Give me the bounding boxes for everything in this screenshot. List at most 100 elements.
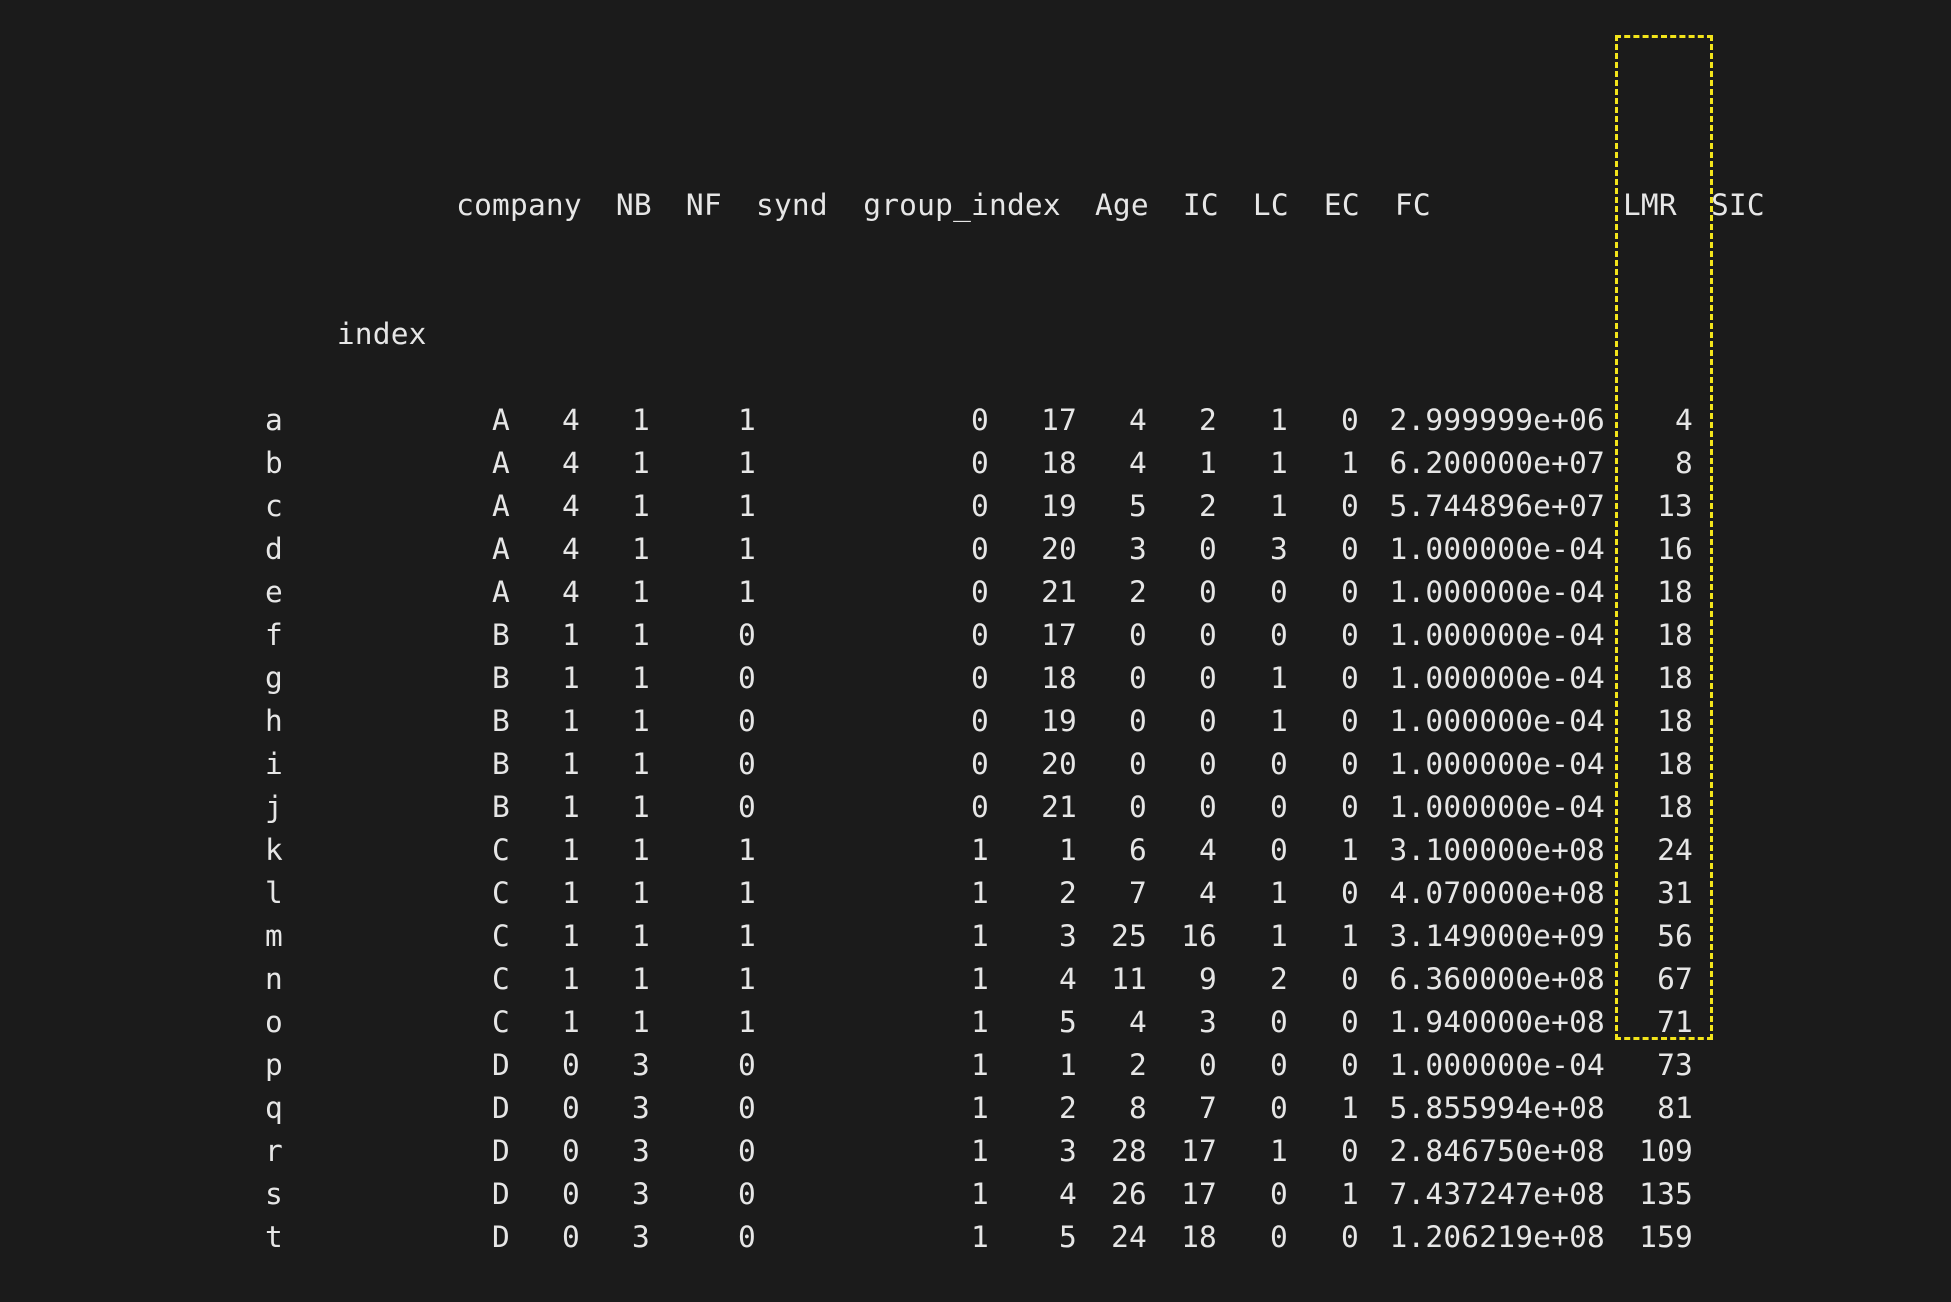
table-cell-lmr: 1.000000e-04 [1389,575,1605,609]
column-header: company [456,188,582,222]
table-cell-fc: 0 [1341,747,1359,781]
table-cell-group-index: 0 [971,446,989,480]
table-cell-ec: 1 [1270,403,1288,437]
table-cell-lmr: 2.999999e+06 [1389,403,1605,437]
table-cell-synd: 0 [738,747,756,781]
table-cell-group-index: 0 [971,532,989,566]
table-cell-group-index: 0 [971,661,989,695]
table-cell-fc: 0 [1341,704,1359,738]
table-row: b A 4 1 1 0 18 4 1 1 1 6.200000e+07 8 [265,442,1765,485]
row-index-label: i [265,747,283,781]
table-cell-company: D [492,1134,510,1168]
table-cell-lc: 0 [1199,704,1217,738]
table-cell-synd: 1 [738,919,756,953]
table-cell-nf: 1 [632,661,650,695]
table-cell-ic: 8 [1129,1091,1147,1125]
table-cell-company: B [492,790,510,824]
table-cell-ic: 28 [1111,1134,1147,1168]
table-cell-company: D [492,1048,510,1082]
table-cell-age: 4 [1059,1177,1077,1211]
table-row: c A 4 1 1 0 19 5 2 1 0 5.744896e+07 13 [265,485,1765,528]
table-cell-synd: 1 [738,833,756,867]
table-cell-lmr: 3.100000e+08 [1389,833,1605,867]
table-cell-lc: 0 [1199,1048,1217,1082]
table-cell-nb: 1 [562,661,580,695]
column-header: synd [756,188,828,222]
table-cell-lmr: 1.000000e-04 [1389,747,1605,781]
table-cell-lc: 0 [1199,790,1217,824]
row-index-label: j [265,790,283,824]
table-cell-fc: 0 [1341,618,1359,652]
row-index-label: a [265,403,283,437]
table-cell-lc: 4 [1199,833,1217,867]
table-cell-ec: 0 [1270,1048,1288,1082]
table-cell-lc: 16 [1181,919,1217,953]
table-cell-fc: 0 [1341,790,1359,824]
table-cell-sic: 81 [1657,1091,1693,1125]
table-cell-nb: 4 [562,446,580,480]
table-cell-nb: 0 [562,1134,580,1168]
table-cell-ec: 1 [1270,446,1288,480]
row-index-label: n [265,962,283,996]
table-cell-ic: 4 [1129,403,1147,437]
row-index-label: l [265,876,283,910]
table-cell-group-index: 1 [971,1005,989,1039]
table-cell-lmr: 6.360000e+08 [1389,962,1605,996]
table-row: o C 1 1 1 1 5 4 3 0 0 1.940000e+08 71 [265,1001,1765,1044]
dataframe-output: company NB NF synd group_index Age IC LC EC FC LMR… [265,55,1765,1302]
table-row: i B 1 1 0 0 20 0 0 0 0 1.000000e-04 18 [265,743,1765,786]
table-cell-ic: 11 [1111,962,1147,996]
table-cell-nf: 1 [632,403,650,437]
table-cell-nb: 4 [562,403,580,437]
table-cell-age: 2 [1059,1091,1077,1125]
table-cell-lmr: 5.855994e+08 [1389,1091,1605,1125]
table-cell-nb: 4 [562,575,580,609]
table-cell-lmr: 4.070000e+08 [1389,876,1605,910]
table-cell-age: 20 [1041,747,1077,781]
table-row: d A 4 1 1 0 20 3 0 3 0 1.000000e-04 16 [265,528,1765,571]
row-index-label: s [265,1177,283,1211]
table-cell-age: 17 [1041,403,1077,437]
table-cell-company: D [492,1177,510,1211]
table-cell-nb: 1 [562,876,580,910]
table-cell-group-index: 0 [971,747,989,781]
table-cell-lc: 0 [1199,747,1217,781]
table-cell-fc: 0 [1341,1134,1359,1168]
sic-column-highlight [1615,35,1713,1040]
table-cell-fc: 1 [1341,919,1359,953]
table-cell-lmr: 1.000000e-04 [1389,790,1605,824]
table-body: a A 4 1 1 0 17 4 2 1 0 2.999999e+06 4 b A 4 1 1 0 18 4 1 1 1 6.2… [265,399,1765,1259]
table-row: l C 1 1 1 1 2 7 4 1 0 4.070000e+08 31 [265,872,1765,915]
table-cell-synd: 1 [738,532,756,566]
table-cell-group-index: 1 [971,919,989,953]
table-cell-group-index: 0 [971,790,989,824]
table-cell-ic: 5 [1129,489,1147,523]
table-cell-lc: 2 [1199,403,1217,437]
table-cell-synd: 0 [738,661,756,695]
table-cell-company: B [492,704,510,738]
table-cell-nb: 1 [562,704,580,738]
column-header: IC [1182,188,1219,222]
table-cell-lc: 18 [1181,1220,1217,1254]
table-cell-company: A [492,575,510,609]
row-index-label: e [265,575,283,609]
table-cell-group-index: 1 [971,1177,989,1211]
table-cell-lmr: 1.000000e-04 [1389,704,1605,738]
table-cell-fc: 0 [1341,1220,1359,1254]
table-cell-lc: 0 [1199,618,1217,652]
table-cell-synd: 0 [738,1220,756,1254]
table-cell-lc: 17 [1181,1134,1217,1168]
table-cell-nb: 1 [562,962,580,996]
table-cell-age: 19 [1041,704,1077,738]
table-cell-group-index: 1 [971,876,989,910]
table-cell-company: D [492,1220,510,1254]
table-cell-fc: 1 [1341,833,1359,867]
table-cell-ec: 0 [1270,1177,1288,1211]
table-cell-age: 20 [1041,532,1077,566]
table-cell-ec: 3 [1270,532,1288,566]
table-cell-synd: 1 [738,575,756,609]
table-cell-synd: 0 [738,1134,756,1168]
table-cell-company: A [492,446,510,480]
table-cell-lmr: 1.940000e+08 [1389,1005,1605,1039]
table-cell-sic: 159 [1639,1220,1693,1254]
